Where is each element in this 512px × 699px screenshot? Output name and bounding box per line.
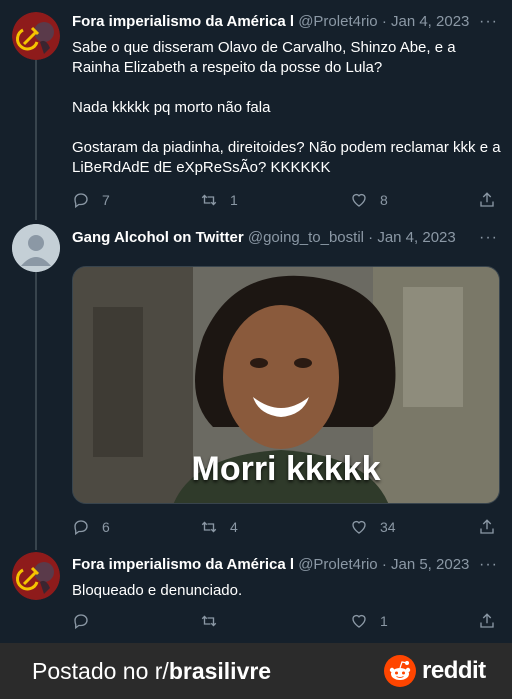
more-options-icon[interactable]: ··· <box>479 557 498 573</box>
reddit-snoo-icon <box>384 655 416 687</box>
share-button[interactable] <box>478 190 496 210</box>
tweet-paragraph: Nada kkkkk pq morto não fala <box>72 99 271 116</box>
tweet-text: Bloqueado e denunciado. <box>72 581 502 601</box>
retweet-icon <box>201 194 217 206</box>
thread-line <box>35 272 37 550</box>
tweet-image[interactable]: Morri kkkkk <box>72 266 500 504</box>
separator: · <box>381 13 387 30</box>
display-name[interactable]: Fora imperialismo da América l <box>72 556 294 573</box>
hammer-sickle-avatar-icon <box>12 552 60 600</box>
retweet-icon <box>201 615 217 627</box>
reply-button[interactable] <box>72 611 102 631</box>
tweet-paragraph: Sabe o que disseram Olavo de Carvalho, S… <box>72 39 456 76</box>
tweet-3[interactable]: Fora imperialismo da América l @Prolet4r… <box>0 550 512 643</box>
tweet-header: Fora imperialismo da América l @Prolet4r… <box>72 555 500 575</box>
reply-icon <box>74 614 88 630</box>
tweet-header: Fora imperialismo da América l @Prolet4r… <box>72 12 500 32</box>
retweet-button[interactable]: 4 <box>200 517 238 537</box>
like-count: 8 <box>380 192 388 208</box>
reply-count: 6 <box>102 519 110 535</box>
reddit-wordmark: reddit <box>422 657 486 684</box>
display-name[interactable]: Fora imperialismo da América l <box>72 13 294 30</box>
heart-icon <box>352 614 366 628</box>
avatar[interactable] <box>12 224 60 272</box>
reply-count: 7 <box>102 192 110 208</box>
retweet-button[interactable]: 1 <box>200 190 238 210</box>
thread-line <box>35 60 37 220</box>
posted-in-text: Postado no r/brasilivre <box>32 658 271 685</box>
share-button[interactable] <box>478 517 496 537</box>
reply-icon <box>74 193 88 209</box>
display-name[interactable]: Gang Alcohol on Twitter <box>72 229 244 246</box>
separator: · <box>381 556 387 573</box>
hammer-sickle-avatar-icon <box>12 12 60 60</box>
like-button[interactable]: 8 <box>350 190 388 210</box>
tweet-header: Gang Alcohol on Twitter @going_to_bostil… <box>72 228 500 248</box>
like-button[interactable]: 34 <box>350 517 396 537</box>
posted-prefix: Postado no r/ <box>32 658 169 684</box>
avatar[interactable] <box>12 12 60 60</box>
tweet-1[interactable]: Fora imperialismo da América l @Prolet4r… <box>0 0 512 220</box>
separator: · <box>368 229 374 246</box>
default-profile-icon <box>12 224 60 272</box>
timestamp[interactable]: Jan 4, 2023 <box>377 229 455 246</box>
retweet-icon <box>201 521 217 533</box>
reply-button[interactable]: 6 <box>72 517 110 537</box>
retweet-count: 1 <box>230 192 238 208</box>
retweet-count: 4 <box>230 519 238 535</box>
share-button[interactable] <box>478 611 496 631</box>
heart-icon <box>352 520 366 534</box>
timestamp[interactable]: Jan 4, 2023 <box>391 13 469 30</box>
image-caption: Morri kkkkk <box>191 450 381 488</box>
retweet-button[interactable] <box>200 611 230 631</box>
more-options-icon[interactable]: ··· <box>479 14 498 30</box>
like-count: 1 <box>380 613 388 629</box>
like-button[interactable]: 1 <box>350 611 388 631</box>
subreddit-name[interactable]: brasilivre <box>169 658 271 684</box>
handle[interactable]: @going_to_bostil <box>248 229 364 246</box>
reply-icon <box>74 520 88 536</box>
tweet-actions: 7 1 8 <box>72 190 502 210</box>
like-count: 34 <box>380 519 396 535</box>
tweet-actions: 1 <box>72 611 502 631</box>
share-icon <box>480 613 494 628</box>
reddit-logo: reddit <box>384 655 486 687</box>
share-icon <box>480 192 494 207</box>
tweet-actions: 6 4 34 <box>72 517 502 537</box>
share-icon <box>480 519 494 534</box>
tweet-paragraph: Bloqueado e denunciado. <box>72 582 243 599</box>
tweet-text: Sabe o que disseram Olavo de Carvalho, S… <box>72 38 502 178</box>
heart-icon <box>352 193 366 207</box>
handle[interactable]: @Prolet4rio <box>298 13 377 30</box>
avatar[interactable] <box>12 552 60 600</box>
tweet-paragraph: Gostaram da piadinha, direitoides? Não p… <box>72 139 501 176</box>
reddit-footer: Postado no r/brasilivre reddit <box>0 643 512 699</box>
handle[interactable]: @Prolet4rio <box>298 556 377 573</box>
timestamp[interactable]: Jan 5, 2023 <box>391 556 469 573</box>
more-options-icon[interactable]: ··· <box>479 230 498 246</box>
reply-button[interactable]: 7 <box>72 190 110 210</box>
